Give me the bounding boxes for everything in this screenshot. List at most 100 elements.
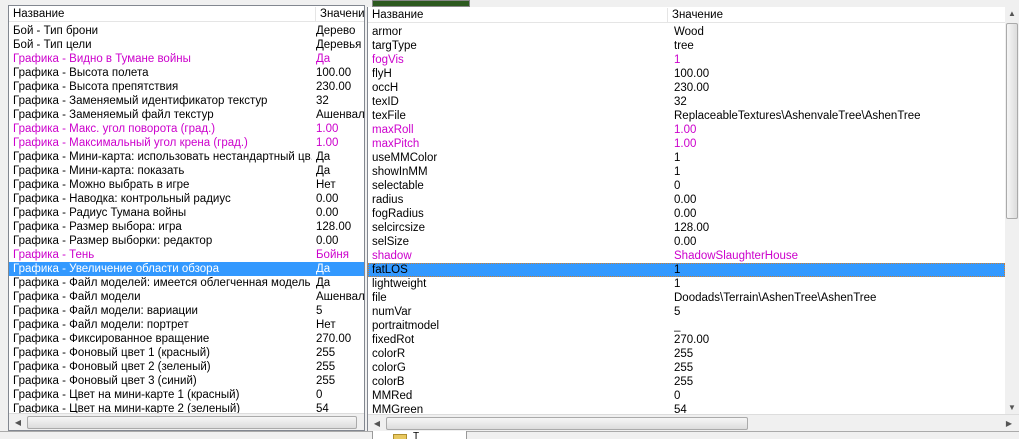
table-row[interactable]: Графика - Максимальный угол крена (град.… — [9, 136, 364, 150]
table-row[interactable]: fogVis 1 — [368, 53, 1005, 67]
table-row[interactable]: occH 230.00 — [368, 81, 1005, 95]
table-row[interactable]: Графика - Фоновый цвет 1 (красный) 255 — [9, 346, 364, 360]
table-row[interactable]: Графика - Размер выбора: игра 128.00 — [9, 220, 364, 234]
table-row[interactable]: colorB 255 — [368, 375, 1005, 389]
table-row[interactable]: useMMColor 1 — [368, 151, 1005, 165]
table-row[interactable]: numVar 5 — [368, 305, 1005, 319]
table-row[interactable]: colorR 255 — [368, 347, 1005, 361]
table-row[interactable]: Графика - Фоновый цвет 2 (зеленый) 255 — [9, 360, 364, 374]
folder-icon — [393, 434, 407, 439]
table-row[interactable]: Графика - Высота полета 100.00 — [9, 66, 364, 80]
scroll-right-arrow-icon[interactable]: ▶ — [1002, 417, 1016, 430]
table-row[interactable]: showInMM 1 — [368, 165, 1005, 179]
table-row[interactable]: Графика - Заменяемый файл текстур Ашенвал… — [9, 108, 364, 122]
table-row[interactable]: Графика - Макс. угол поворота (град.) 1.0… — [9, 122, 364, 136]
table-row[interactable]: Бой - Тип брони Дерево — [9, 24, 364, 38]
table-row[interactable]: Графика - Цвет на мини-карте 1 (красный)… — [9, 388, 364, 402]
property-name: Графика - Файл модели: вариации — [13, 305, 198, 317]
horizontal-scrollbar[interactable]: ◀ — [9, 413, 364, 430]
scroll-left-arrow-icon[interactable]: ◀ — [11, 416, 25, 429]
property-value: Ашенваль — [316, 291, 364, 303]
column-header-value[interactable]: Значение — [316, 7, 364, 22]
table-row[interactable]: fatLOS 1 — [368, 263, 1005, 277]
property-name: Графика - Максимальный угол крена (град.… — [13, 137, 248, 149]
table-row[interactable]: Графика - Видно в Тумане войны Да — [9, 52, 364, 66]
table-row[interactable]: flyH 100.00 — [368, 67, 1005, 81]
property-name: selectable — [372, 180, 424, 192]
table-row[interactable]: fixedRot 270.00 — [368, 333, 1005, 347]
property-value: ReplaceableTextures\AshenvaleTree\AshenT… — [674, 110, 921, 122]
property-name: Графика - Мини-карта: использовать неста… — [13, 151, 312, 163]
property-value: Нет — [316, 319, 336, 331]
table-row[interactable]: Графика - Наводка: контрольный радиус 0.0… — [9, 192, 364, 206]
scroll-thumb[interactable] — [1006, 23, 1018, 219]
table-row[interactable]: armor Wood — [368, 25, 1005, 39]
property-value: Бойня — [316, 249, 349, 261]
table-row[interactable]: MMRed 0 — [368, 389, 1005, 403]
property-name: Графика - Тень — [13, 249, 95, 261]
table-row[interactable]: Графика - Мини-карта: использовать неста… — [9, 150, 364, 164]
table-row[interactable]: file Doodads\Terrain\AshenTree\AshenTree — [368, 291, 1005, 305]
table-row[interactable]: maxRoll 1.00 — [368, 123, 1005, 137]
property-name: Графика - Наводка: контрольный радиус — [13, 193, 231, 205]
table-row[interactable]: Графика - Тень Бойня — [9, 248, 364, 262]
table-row[interactable]: texID 32 — [368, 95, 1005, 109]
table-row[interactable]: fogRadius 0.00 — [368, 207, 1005, 221]
table-row[interactable]: Графика - Высота препятствия 230.00 — [9, 80, 364, 94]
table-row[interactable]: selcircsize 128.00 — [368, 221, 1005, 235]
table-row[interactable]: Графика - Радиус Тумана войны 0.00 — [9, 206, 364, 220]
scroll-thumb[interactable] — [386, 417, 748, 430]
table-row[interactable]: Графика - Увеличение области обзора Да — [9, 262, 364, 276]
column-header-value[interactable]: Значение — [668, 8, 1008, 23]
property-name: Графика - Высота полета — [13, 67, 149, 79]
table-row[interactable]: radius 0.00 — [368, 193, 1005, 207]
property-name: Графика - Макс. угол поворота (град.) — [13, 123, 216, 135]
property-name: Графика - Фоновый цвет 2 (зеленый) — [13, 361, 211, 373]
tree-item-label[interactable]: T — [413, 431, 419, 439]
table-row[interactable]: Графика - Файл модели: портрет Нет — [9, 318, 364, 332]
property-value: 255 — [674, 348, 694, 360]
property-name: selSize — [372, 236, 410, 248]
table-row[interactable]: colorG 255 — [368, 361, 1005, 375]
table-row[interactable]: selectable 0 — [368, 179, 1005, 193]
property-name: targType — [372, 40, 417, 52]
right-property-list[interactable]: Название Значение armor Wood targType tree f… — [367, 7, 1019, 431]
property-name: Графика - Файл модели — [13, 291, 141, 303]
column-header-name[interactable]: Название — [368, 8, 668, 23]
table-row[interactable]: shadow ShadowSlaughterHouse — [368, 249, 1005, 263]
scroll-down-arrow-icon[interactable]: ▼ — [1005, 401, 1019, 414]
property-value: 1.00 — [674, 138, 697, 150]
column-header-name[interactable]: Название — [9, 7, 316, 22]
table-row[interactable]: Графика - Фиксированное вращение 270.00 — [9, 332, 364, 346]
property-value: 5 — [316, 305, 323, 317]
table-row[interactable]: Графика - Можно выбрать в игре Нет — [9, 178, 364, 192]
property-name: shadow — [372, 250, 412, 262]
table-row[interactable]: targType tree — [368, 39, 1005, 53]
horizontal-scrollbar[interactable]: ◀ ▶ — [368, 414, 1019, 431]
property-name: useMMColor — [372, 152, 438, 164]
table-row[interactable]: portraitmodel _ — [368, 319, 1005, 333]
vertical-scrollbar[interactable]: ▲ ▼ — [1005, 7, 1019, 414]
table-row[interactable]: texFile ReplaceableTextures\AshenvaleTree… — [368, 109, 1005, 123]
table-row[interactable]: lightweight 1 — [368, 277, 1005, 291]
tree-view[interactable]: T — [372, 431, 467, 439]
table-row[interactable]: Графика - Файл моделей: имеется облегчен… — [9, 276, 364, 290]
table-row[interactable]: Графика - Мини-карта: показать Да — [9, 164, 364, 178]
table-row[interactable]: Графика - Заменяемый идентификатор текст… — [9, 94, 364, 108]
property-name: Графика - Цвет на мини-карте 1 (красный) — [13, 389, 240, 401]
scroll-up-arrow-icon[interactable]: ▲ — [1005, 7, 1019, 20]
table-row[interactable]: Графика - Файл модели Ашенваль — [9, 290, 364, 304]
scroll-thumb[interactable] — [27, 416, 357, 429]
table-row[interactable]: Бой - Тип цели Деревья — [9, 38, 364, 52]
property-value: 32 — [316, 95, 329, 107]
property-value: Дерево — [316, 25, 356, 37]
table-row[interactable]: Графика - Файл модели: вариации 5 — [9, 304, 364, 318]
property-value: tree — [674, 40, 694, 52]
table-row[interactable]: maxPitch 1.00 — [368, 137, 1005, 151]
property-value: Да — [316, 53, 331, 65]
table-row[interactable]: selSize 0.00 — [368, 235, 1005, 249]
table-row[interactable]: Графика - Размер выборки: редактор 0.00 — [9, 234, 364, 248]
table-row[interactable]: Графика - Фоновый цвет 3 (синий) 255 — [9, 374, 364, 388]
scroll-left-arrow-icon[interactable]: ◀ — [370, 417, 384, 430]
left-property-list[interactable]: Название Значение Бой - Тип брониДеревоБ… — [8, 5, 365, 431]
